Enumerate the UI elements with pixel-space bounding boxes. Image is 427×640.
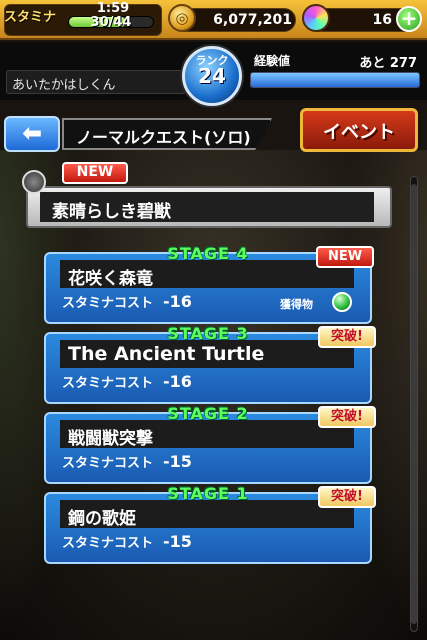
stamina-cost-label: スタミナコスト [62, 296, 154, 311]
event-button-label: イベント [323, 122, 395, 143]
stamina-label: スタミナ [4, 10, 57, 25]
stage-title: 花咲く森竜 [68, 269, 153, 289]
exp-bar-fill [251, 73, 419, 87]
stage-cost: スタミナコスト -15 [62, 532, 192, 551]
stage-new-badge: NEW [316, 246, 374, 268]
stamina-cost-value: -15 [163, 452, 192, 471]
stage-title: 戦闘獣突撃 [68, 429, 153, 449]
drop-orb-icon [332, 292, 352, 312]
stage-cost: スタミナコスト -16 [62, 372, 192, 391]
stamina-timer: 1:59 [96, 1, 130, 16]
stage-cost: スタミナコスト -16 [62, 292, 192, 311]
gold-amount: 6,077,201 [213, 12, 292, 28]
stamina-cost-value: -16 [163, 292, 192, 311]
stamina-cost-label: スタミナコスト [62, 456, 154, 471]
stage-cost: スタミナコスト -15 [62, 452, 192, 471]
quest-name: 素晴らしき碧獣 [52, 202, 171, 222]
drop-label: 獲得物 [280, 298, 313, 311]
stage-cleared-badge: 突破! [318, 486, 376, 508]
stage-cleared-badge: 突破! [318, 326, 376, 348]
add-orbs-button[interactable]: + [396, 6, 422, 32]
stage-cleared-badge: 突破! [318, 406, 376, 428]
exp-label: 経験値 [254, 54, 291, 68]
back-button[interactable]: ⬅ [4, 116, 60, 152]
orb-count: 16 [372, 12, 392, 28]
stage-title: 鋼の歌姫 [68, 509, 136, 529]
stamina-value: 30/44 [90, 15, 132, 30]
exp-remaining: あと 277 [359, 56, 417, 71]
stamina-cost-label: スタミナコスト [62, 536, 154, 551]
exp-bar [250, 72, 420, 88]
stamina-cost-value: -15 [163, 532, 192, 551]
player-name: あいたかはしくん [12, 78, 116, 93]
screen-title: ノーマルクエスト(ソロ) [76, 128, 251, 147]
quest-new-badge: NEW [62, 162, 128, 184]
rank-number: 24 [198, 64, 226, 88]
pin-icon [22, 170, 46, 194]
stamina-cost-label: スタミナコスト [62, 376, 154, 391]
stamina-cost-value: -16 [163, 372, 192, 391]
stage-title: The Ancient Turtle [68, 343, 265, 365]
rainbow-orb-icon [302, 4, 330, 32]
gold-coin-icon: ◎ [168, 4, 196, 32]
scrollbar-thumb[interactable] [411, 184, 417, 624]
back-arrow-icon: ⬅ [21, 119, 43, 147]
